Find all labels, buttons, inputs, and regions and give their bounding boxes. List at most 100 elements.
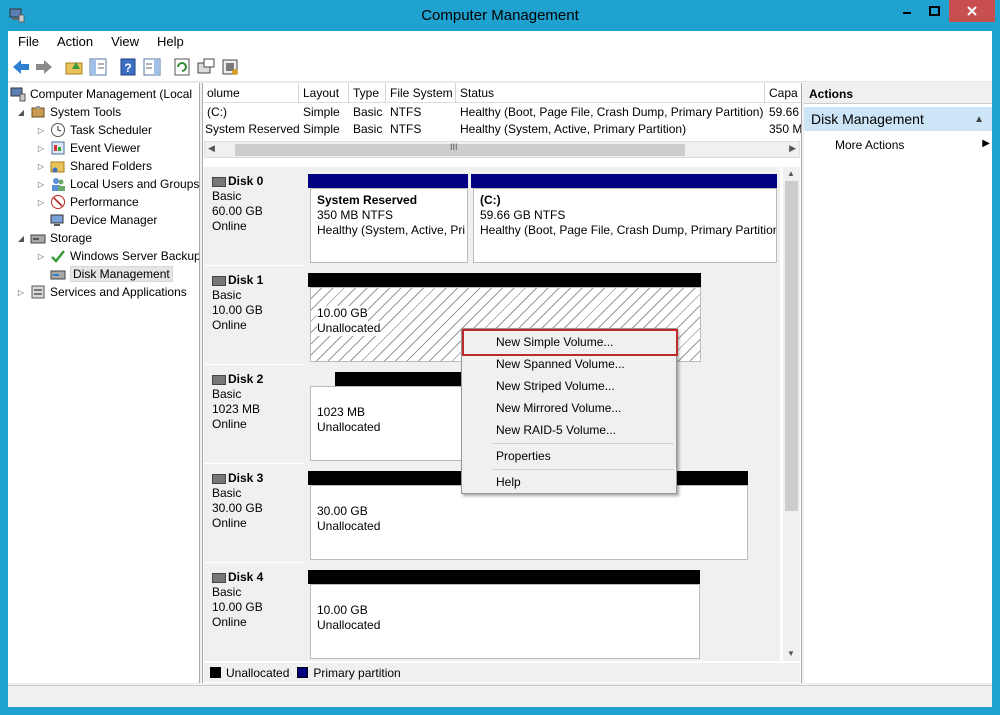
disk-label[interactable]: Disk 0 Basic 60.00 GB Online — [204, 167, 304, 266]
column-capacity[interactable]: Capa — [765, 83, 801, 103]
menu-new-raid5-volume[interactable]: New RAID-5 Volume... — [496, 423, 616, 437]
menu-separator — [492, 469, 674, 470]
scroll-thumb[interactable] — [785, 181, 798, 511]
tree-task-scheduler[interactable]: ▷ Task Scheduler — [36, 121, 152, 139]
tree-performance[interactable]: ▷ Performance — [36, 193, 139, 211]
volume-type: Basic — [353, 105, 383, 119]
expanded-arrow-icon[interactable]: ◢ — [16, 234, 26, 243]
disk-view-vertical-scrollbar[interactable]: ▲ ▼ — [783, 167, 800, 661]
more-actions-label: More Actions — [835, 138, 905, 152]
scroll-right-icon[interactable]: ▶ — [789, 143, 796, 154]
column-type[interactable]: Type — [349, 83, 386, 103]
collapsed-arrow-icon[interactable]: ▷ — [36, 180, 46, 189]
refresh-icon[interactable] — [172, 57, 192, 77]
menu-new-mirrored-volume[interactable]: New Mirrored Volume... — [496, 401, 621, 415]
menu-view[interactable]: View — [101, 31, 147, 52]
expanded-arrow-icon[interactable]: ◢ — [16, 108, 26, 117]
tree-disk-management[interactable]: Disk Management — [50, 265, 173, 283]
services-icon — [31, 285, 45, 299]
tree-disk-management-label: Disk Management — [70, 266, 173, 282]
menu-help-item[interactable]: Help — [496, 475, 521, 489]
menu-properties[interactable]: Properties — [496, 449, 551, 463]
up-folder-icon[interactable] — [64, 57, 84, 77]
disk-partitions: 10.00 GB Unallocated — [304, 563, 780, 661]
disk-label[interactable]: Disk 3 Basic 30.00 GB Online — [204, 464, 304, 563]
partition-c-drive[interactable]: (C:) 59.66 GB NTFS Healthy (Boot, Page F… — [473, 188, 777, 263]
tools-icon — [31, 106, 45, 118]
shared-folder-icon — [50, 161, 65, 173]
disk-label[interactable]: Disk 4 Basic 10.00 GB Online — [204, 563, 304, 661]
volume-row[interactable]: System Reserved Simple Basic NTFS Health… — [203, 121, 801, 138]
unallocated-region[interactable]: 10.00 GB Unallocated — [310, 584, 700, 659]
disk-row: Disk 0 Basic 60.00 GB Online System Rese… — [204, 167, 782, 266]
partition-status: Unallocated — [317, 519, 381, 533]
export-icon[interactable] — [196, 57, 216, 77]
collapsed-arrow-icon[interactable]: ▷ — [36, 252, 46, 261]
unallocated-region[interactable]: 30.00 GB Unallocated — [310, 485, 748, 560]
device-manager-icon — [50, 214, 64, 226]
actions-section-disk-management[interactable]: Disk Management ▲ — [804, 107, 992, 131]
menu-action[interactable]: Action — [47, 31, 101, 52]
collapsed-arrow-icon[interactable]: ▷ — [16, 288, 26, 297]
help-icon[interactable]: ? — [118, 57, 138, 77]
minimize-icon — [902, 12, 911, 14]
tree-device-manager-label: Device Manager — [70, 213, 158, 227]
more-actions-item[interactable]: More Actions ▶ — [835, 138, 990, 152]
disk-type: Basic — [212, 585, 242, 599]
partition-size: 350 MB NTFS — [317, 208, 394, 222]
scroll-left-icon[interactable]: ◀ — [208, 143, 215, 154]
clock-icon — [51, 123, 65, 137]
disk-label[interactable]: Disk 1 Basic 10.00 GB Online — [204, 266, 304, 365]
properties-pane-icon[interactable] — [142, 57, 162, 77]
scroll-up-icon[interactable]: ▲ — [787, 169, 795, 178]
volume-list-horizontal-scrollbar[interactable]: ◀ III ▶ — [204, 141, 800, 158]
tree-event-viewer[interactable]: ▷ Event Viewer — [36, 139, 141, 157]
backup-icon — [51, 250, 65, 263]
scroll-thumb[interactable] — [235, 144, 685, 156]
tree-shared-folders[interactable]: ▷ Shared Folders — [36, 157, 152, 175]
close-button[interactable] — [949, 0, 995, 22]
unallocated-bar — [308, 273, 701, 287]
disk-label[interactable]: Disk 2 Basic 1023 MB Online — [204, 365, 304, 464]
partition-name: (C:) — [480, 193, 501, 207]
tree-services-applications[interactable]: ▷ Services and Applications — [16, 283, 187, 301]
menu-file[interactable]: File — [8, 31, 47, 52]
unallocated-region[interactable]: 1023 MB Unallocated — [310, 386, 465, 461]
settings-icon[interactable] — [220, 57, 240, 77]
volume-name: System Reserved — [205, 122, 299, 136]
forward-icon[interactable] — [34, 57, 54, 77]
show-hide-tree-icon[interactable] — [88, 57, 108, 77]
menu-new-striped-volume[interactable]: New Striped Volume... — [496, 379, 615, 393]
column-layout[interactable]: Layout — [299, 83, 349, 103]
collapse-icon[interactable]: ▲ — [974, 114, 984, 125]
volume-status: Healthy (System, Active, Primary Partiti… — [460, 122, 687, 136]
collapsed-arrow-icon[interactable]: ▷ — [36, 198, 46, 207]
maximize-button[interactable] — [921, 0, 948, 22]
column-status[interactable]: Status — [456, 83, 765, 103]
collapsed-arrow-icon[interactable]: ▷ — [36, 144, 46, 153]
scroll-down-icon[interactable]: ▼ — [787, 649, 795, 658]
minimize-button[interactable] — [893, 0, 920, 22]
tree-windows-server-backup[interactable]: ▷ Windows Server Backup — [36, 247, 199, 265]
partition-system-reserved[interactable]: System Reserved 350 MB NTFS Healthy (Sys… — [310, 188, 468, 263]
tree-local-users[interactable]: ▷ Local Users and Groups — [36, 175, 199, 193]
volume-row[interactable]: (C:) Simple Basic NTFS Healthy (Boot, Pa… — [203, 104, 801, 121]
collapsed-arrow-icon[interactable]: ▷ — [36, 126, 46, 135]
column-file-system[interactable]: File System — [386, 83, 456, 103]
tree-system-tools-label: System Tools — [50, 105, 122, 119]
back-icon[interactable] — [11, 57, 31, 77]
column-volume[interactable]: olume — [203, 83, 299, 103]
menu-help[interactable]: Help — [147, 31, 192, 52]
menu-new-simple-volume[interactable]: New Simple Volume... — [496, 335, 613, 349]
maximize-icon — [929, 6, 940, 16]
tree-root[interactable]: Computer Management (Local — [10, 85, 192, 103]
tree-device-manager[interactable]: Device Manager — [50, 211, 157, 229]
tree-system-tools[interactable]: ◢ System Tools — [16, 103, 121, 121]
tree-storage[interactable]: ◢ Storage — [16, 229, 92, 247]
collapsed-arrow-icon[interactable]: ▷ — [36, 162, 46, 171]
menu-new-spanned-volume[interactable]: New Spanned Volume... — [496, 357, 625, 371]
close-icon — [967, 6, 977, 16]
title-bar[interactable]: Computer Management — [0, 0, 1000, 31]
menu-bar: File Action View Help — [8, 31, 992, 52]
disk-state: Online — [212, 318, 247, 332]
